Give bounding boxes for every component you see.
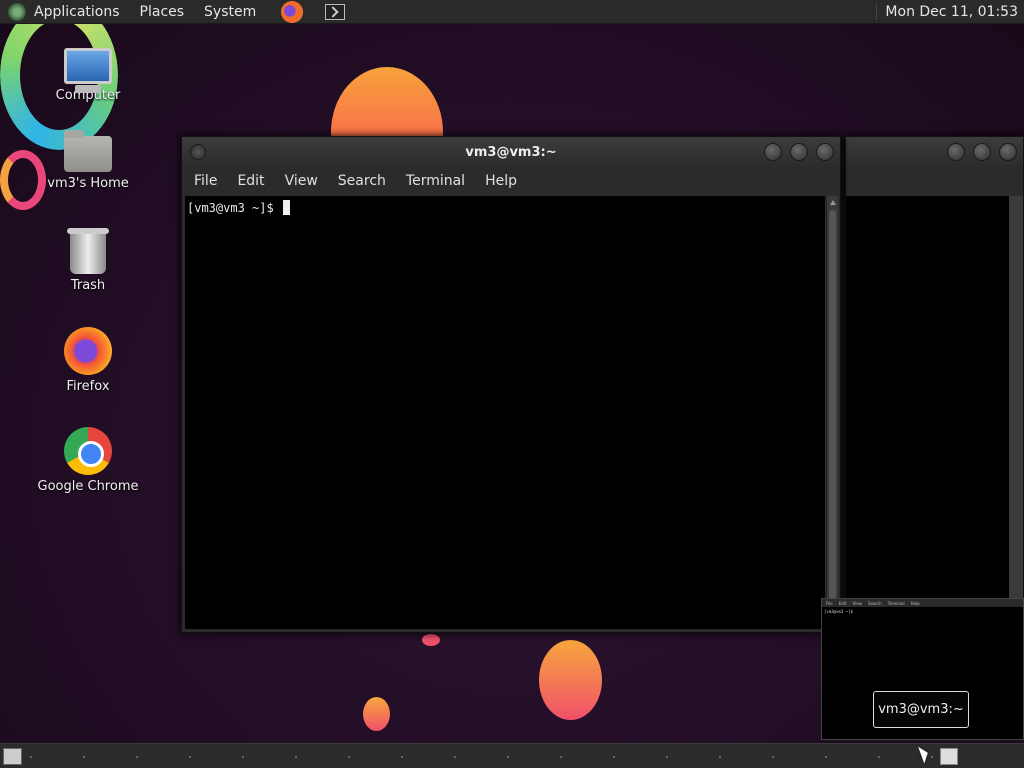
terminal-menubar: File Edit View Search Terminal Help: [182, 167, 840, 195]
menu-terminal[interactable]: Terminal: [406, 173, 465, 189]
preview-menu-item: Edit: [838, 600, 847, 606]
menu-applications[interactable]: Applications: [34, 4, 120, 20]
terminal-launcher-icon[interactable]: [325, 3, 346, 20]
background-terminal-window[interactable]: [845, 136, 1024, 606]
desktop-icon-label: Google Chrome: [37, 479, 139, 494]
wallpaper-small-blob: [422, 634, 440, 646]
bottom-panel: [0, 743, 1024, 768]
terminal-output[interactable]: [846, 196, 1009, 605]
distro-logo-icon[interactable]: [8, 2, 26, 21]
terminal-scrollbar[interactable]: [826, 196, 838, 629]
desktop-icon-label: vm3's Home: [47, 176, 129, 191]
minimize-button[interactable]: [947, 143, 965, 161]
computer-icon: [64, 48, 112, 93]
menu-search[interactable]: Search: [338, 173, 386, 189]
window-titlebar[interactable]: vm3@vm3:~: [182, 137, 840, 167]
window-title: vm3@vm3:~: [465, 144, 557, 160]
shell-prompt: [vm3@vm3 ~]$: [187, 201, 281, 215]
trash-icon: [67, 228, 109, 274]
desktop-icon-label: Trash: [70, 278, 106, 293]
scrollbar-thumb[interactable]: [829, 210, 836, 625]
panel-clock[interactable]: Mon Dec 11, 01:53: [876, 3, 1018, 20]
menu-places[interactable]: Places: [140, 4, 185, 20]
terminal-window[interactable]: vm3@vm3:~ File Edit View Search Terminal…: [181, 136, 841, 633]
desktop-icon-chrome[interactable]: Google Chrome: [28, 427, 148, 494]
close-button[interactable]: [999, 143, 1017, 161]
text-cursor: [282, 200, 290, 215]
desktop-icon-firefox[interactable]: Firefox: [28, 327, 148, 394]
menu-view[interactable]: View: [285, 173, 318, 189]
wallpaper-small-blob: [539, 640, 602, 720]
chrome-icon: [64, 427, 112, 475]
terminal-output[interactable]: [vm3@vm3 ~]$: [185, 196, 825, 629]
top-panel: Applications Places System Mon Dec 11, 0…: [0, 0, 1024, 24]
window-menu-button[interactable]: [190, 144, 206, 160]
wallpaper-small-blob: [363, 697, 390, 731]
terminal-scrollbar[interactable]: [1009, 196, 1023, 605]
close-button[interactable]: [816, 143, 834, 161]
preview-menu-item: Help: [910, 600, 920, 606]
window-titlebar[interactable]: [846, 137, 1023, 167]
preview-menu-item: Search: [867, 600, 882, 606]
menu-system[interactable]: System: [204, 4, 256, 20]
firefox-icon: [64, 327, 112, 375]
preview-prompt: [vm3@vm3 ~]$: [824, 609, 853, 614]
maximize-button[interactable]: [973, 143, 991, 161]
minimize-button[interactable]: [764, 143, 782, 161]
firefox-launcher-icon[interactable]: [281, 0, 304, 23]
desktop-icon-computer[interactable]: Computer: [28, 44, 148, 103]
home-folder-icon: [64, 130, 112, 172]
desktop-icon-home[interactable]: vm3's Home: [28, 128, 148, 191]
taskbar-separators: [30, 756, 934, 758]
show-desktop-icon[interactable]: [3, 748, 22, 765]
menu-help[interactable]: Help: [485, 173, 517, 189]
preview-menubar: File Edit View Search Terminal Help: [822, 599, 1023, 607]
desktop-icon-label: Firefox: [66, 379, 110, 394]
preview-menu-item: File: [826, 600, 833, 606]
preview-menu-item: View: [852, 600, 862, 606]
preview-menu-item: Terminal: [887, 600, 905, 606]
window-tooltip: vm3@vm3:~: [873, 691, 969, 728]
menu-edit[interactable]: Edit: [237, 173, 264, 189]
workspace-switcher-icon[interactable]: [940, 748, 958, 765]
menu-file[interactable]: File: [194, 173, 217, 189]
maximize-button[interactable]: [790, 143, 808, 161]
desktop-icon-trash[interactable]: Trash: [28, 228, 148, 293]
